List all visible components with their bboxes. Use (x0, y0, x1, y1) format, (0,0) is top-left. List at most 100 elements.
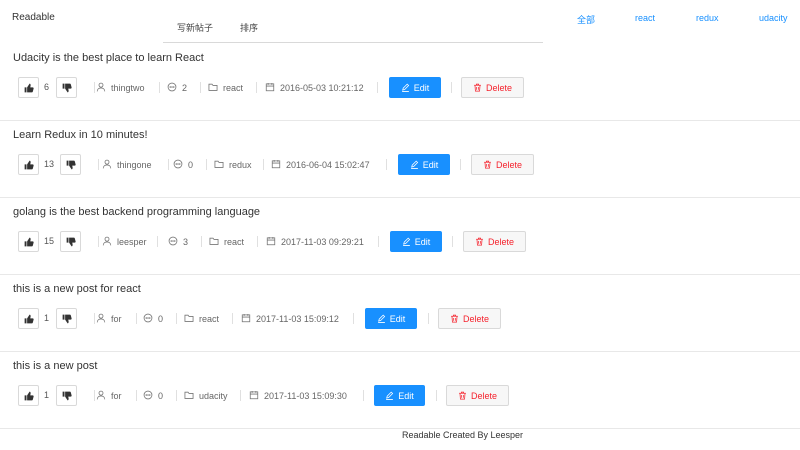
edit-button[interactable]: Edit (374, 385, 425, 406)
delete-icon (459, 391, 466, 400)
downvote-button[interactable] (56, 308, 77, 329)
post-category: react (209, 231, 244, 252)
calendar-icon (271, 159, 281, 169)
post-title[interactable]: this is a new post (13, 360, 97, 372)
category-nav: 全部 react redux udacity (0, 13, 800, 27)
edit-label: Edit (422, 159, 439, 170)
delete-button[interactable]: Delete (446, 385, 509, 406)
edit-icon (386, 391, 394, 400)
post-category: react (208, 77, 243, 98)
separator (257, 236, 258, 247)
post-date: 2017-11-03 09:29:21 (266, 231, 364, 252)
edit-label: Edit (389, 313, 406, 324)
calendar-icon (265, 82, 275, 92)
category-all-link[interactable]: 全部 (577, 13, 595, 26)
upvote-button[interactable] (18, 385, 39, 406)
vote-count: 1 (44, 390, 50, 400)
post-title[interactable]: this is a new post for react (13, 283, 141, 295)
separator (159, 82, 160, 93)
page-footer: Readable Created By Leesper (401, 430, 524, 440)
separator (263, 159, 264, 170)
separator (157, 236, 158, 247)
edit-label: Edit (413, 82, 430, 93)
user-icon (102, 159, 112, 169)
separator (94, 82, 95, 93)
category-react-link[interactable]: react (635, 13, 655, 23)
delete-button[interactable]: Delete (471, 154, 534, 175)
separator (136, 313, 137, 324)
downvote-button[interactable] (56, 385, 77, 406)
downvote-button[interactable] (60, 231, 81, 252)
separator (206, 159, 207, 170)
edit-icon (377, 314, 385, 323)
date-value: 2017-11-03 15:09:30 (264, 390, 347, 401)
delete-icon (476, 237, 483, 246)
category-udacity-link[interactable]: udacity (759, 13, 788, 23)
comment-icon (168, 236, 178, 246)
upvote-button[interactable] (18, 154, 39, 175)
calendar-icon (266, 236, 276, 246)
like-icon (24, 237, 34, 246)
author-name: for (111, 313, 122, 324)
downvote-button[interactable] (56, 77, 77, 98)
calendar-icon (249, 390, 259, 400)
separator (200, 82, 201, 93)
separator (201, 236, 202, 247)
like-icon (24, 391, 34, 400)
post-title[interactable]: Udacity is the best place to learn React (13, 52, 204, 64)
delete-label: Delete (462, 313, 489, 324)
post-category: react (184, 308, 219, 329)
upvote-button[interactable] (18, 231, 39, 252)
post-divider (0, 428, 800, 429)
edit-button[interactable]: Edit (398, 154, 450, 175)
separator (452, 236, 453, 247)
upvote-button[interactable] (18, 77, 39, 98)
edit-button[interactable]: Edit (390, 231, 442, 252)
post-item: Learn Redux in 10 minutes! 13 thingone 0 (0, 121, 800, 198)
downvote-button[interactable] (60, 154, 81, 175)
category-name: react (224, 236, 245, 247)
comment-icon (173, 159, 183, 169)
delete-button[interactable]: Delete (461, 77, 524, 98)
separator (176, 313, 177, 324)
post-item: golang is the best backend programming l… (0, 198, 800, 275)
category-redux-link[interactable]: redux (696, 13, 719, 23)
separator (353, 313, 354, 324)
post-comments: 2 (167, 77, 187, 98)
separator (451, 82, 452, 93)
post-title[interactable]: golang is the best backend programming l… (13, 206, 260, 218)
delete-label: Delete (485, 82, 512, 93)
upvote-button[interactable] (18, 308, 39, 329)
like-icon (24, 314, 34, 323)
dislike-icon (62, 83, 72, 92)
delete-label: Delete (495, 159, 522, 170)
separator (232, 313, 233, 324)
date-value: 2016-06-04 15:02:47 (286, 159, 370, 170)
delete-button[interactable]: Delete (463, 231, 526, 252)
vote-count: 13 (44, 159, 55, 169)
edit-button[interactable]: Edit (389, 77, 441, 98)
edit-icon (401, 83, 409, 92)
separator (136, 390, 137, 401)
comment-icon (143, 313, 153, 323)
app-header: Readable 写新帖子 排序 全部 react redux udacity (0, 0, 800, 44)
category-name: react (223, 82, 244, 93)
post-title[interactable]: Learn Redux in 10 minutes! (13, 129, 148, 141)
author-name: leesper (117, 236, 147, 247)
separator (256, 82, 257, 93)
post-item: this is a new post for react 1 for 0 rea… (0, 275, 800, 352)
post-category: udacity (184, 385, 228, 406)
edit-label: Edit (414, 236, 431, 247)
post-comments: 0 (173, 154, 193, 175)
post-author: for (96, 385, 122, 406)
post-author: leesper (102, 231, 147, 252)
folder-icon (209, 237, 219, 245)
edit-button[interactable]: Edit (365, 308, 417, 329)
separator (363, 390, 364, 401)
delete-label: Delete (487, 236, 514, 247)
comment-count: 0 (158, 313, 164, 324)
delete-button[interactable]: Delete (438, 308, 501, 329)
edit-icon (410, 160, 418, 169)
date-value: 2017-11-03 09:29:21 (281, 236, 364, 247)
folder-icon (184, 314, 194, 322)
